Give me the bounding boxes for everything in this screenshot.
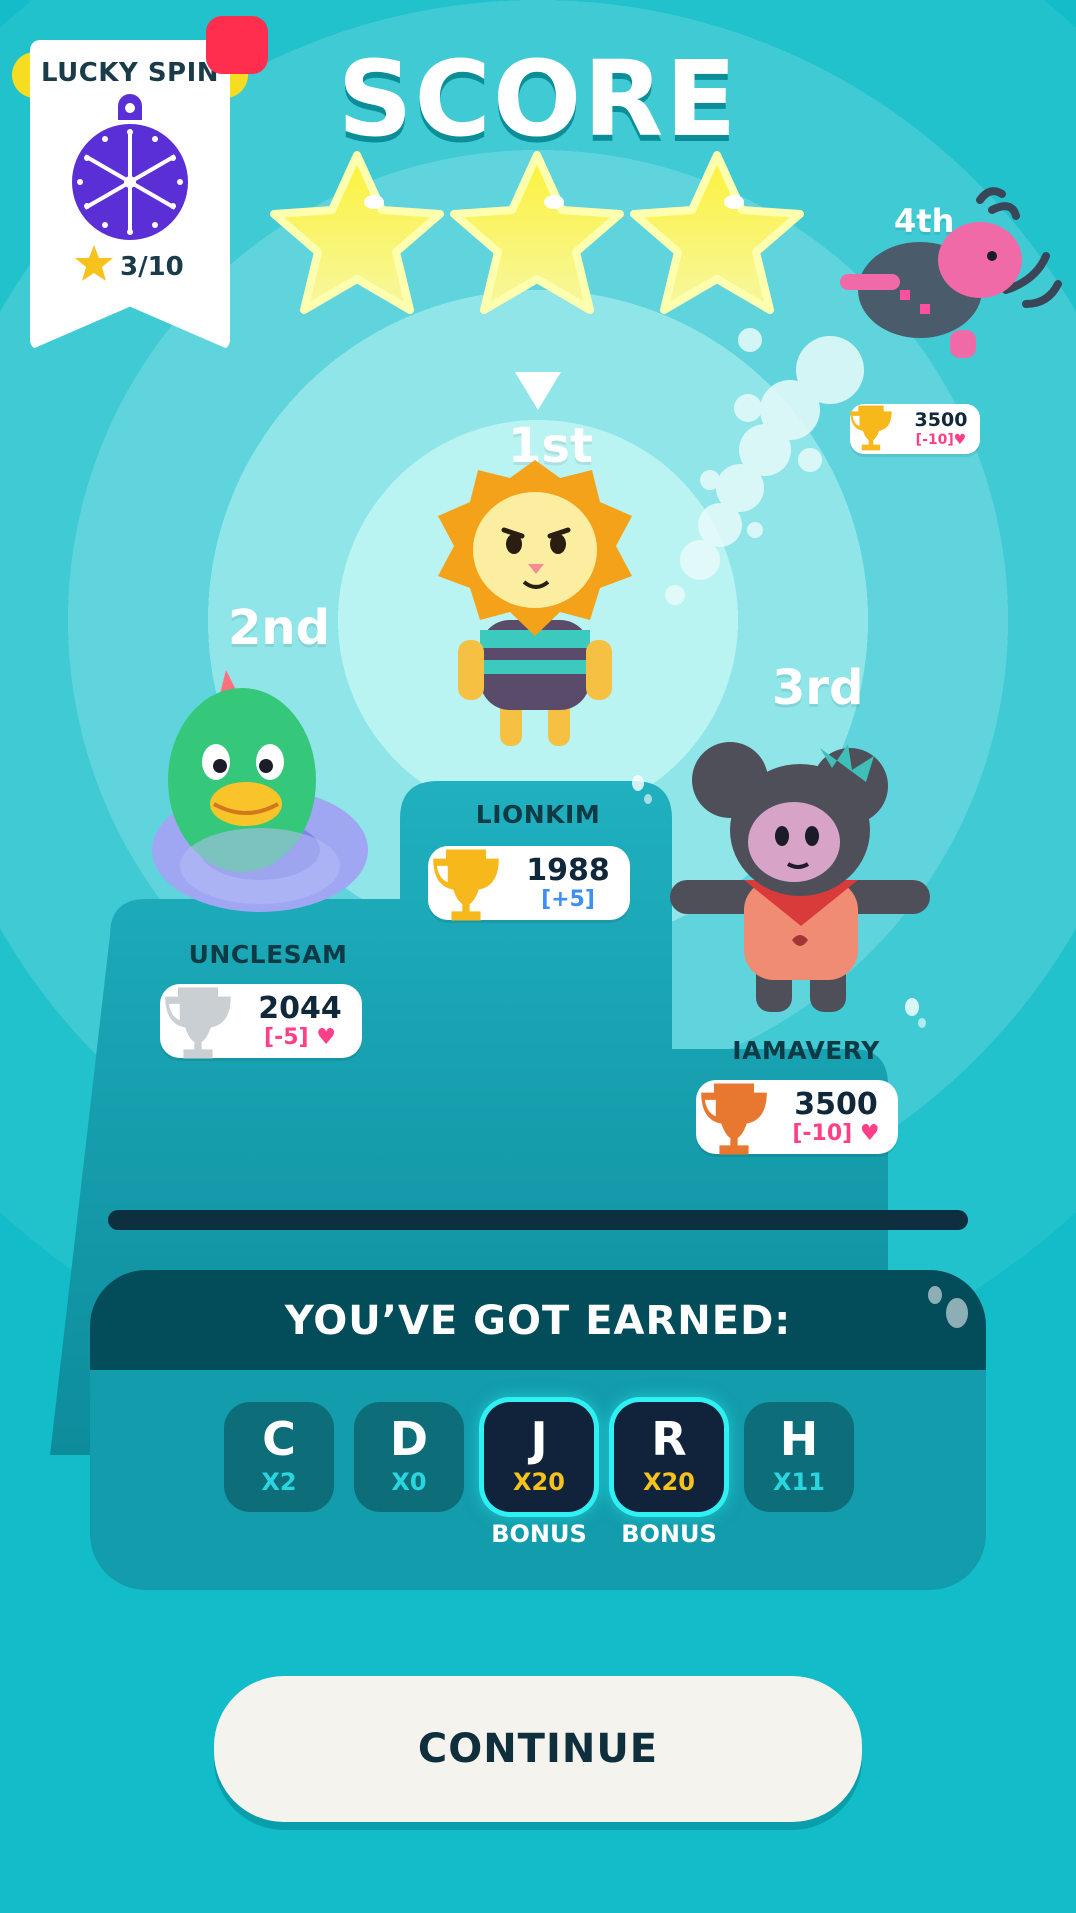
star-icon-3 bbox=[630, 151, 804, 314]
bronze-trophy-icon bbox=[696, 1078, 772, 1164]
lucky-spin-progress-text: 3/10 bbox=[120, 251, 184, 282]
reward-multiplier: X20 bbox=[643, 1468, 695, 1496]
player-name-first: LIONKIM bbox=[475, 800, 601, 829]
reward-letter: R bbox=[651, 1412, 687, 1466]
gold-trophy-icon bbox=[848, 402, 894, 458]
bonus-label-j: BONUS bbox=[491, 1520, 587, 1548]
fourth-score: 3500 bbox=[914, 409, 968, 431]
reward-letter: H bbox=[779, 1412, 819, 1466]
reward-tile-c[interactable]: C X2 bbox=[224, 1402, 334, 1512]
place-label-2nd: 2nd bbox=[228, 600, 330, 656]
silver-trophy-icon bbox=[160, 982, 236, 1068]
score-pill-4th: 3500 [-10]♥ bbox=[850, 404, 980, 454]
reward-tile-r[interactable]: R X20 bbox=[614, 1402, 724, 1512]
reward-letter: J bbox=[530, 1412, 548, 1466]
reward-tile-d[interactable]: D X0 bbox=[354, 1402, 464, 1512]
second-score: 2044 bbox=[258, 991, 342, 1026]
first-place-marker bbox=[515, 372, 561, 410]
third-delta: [-10] ♥ bbox=[792, 1121, 880, 1146]
continue-button[interactable]: CONTINUE bbox=[214, 1676, 862, 1822]
fourth-delta: [-10]♥ bbox=[915, 432, 967, 448]
star-icon bbox=[74, 244, 114, 289]
gold-trophy-icon bbox=[428, 844, 504, 930]
reward-multiplier: X11 bbox=[773, 1468, 825, 1496]
star-rating bbox=[270, 150, 812, 320]
reward-multiplier: X0 bbox=[391, 1468, 427, 1496]
bird-character bbox=[150, 670, 370, 920]
star-icon-1 bbox=[270, 151, 444, 314]
reward-letter: C bbox=[262, 1412, 296, 1466]
bonus-label-r: BONUS bbox=[621, 1520, 717, 1548]
score-pill-first: 1988 [+5] bbox=[428, 846, 630, 921]
earned-title: YOU’VE GOT EARNED: bbox=[284, 1298, 792, 1344]
reward-tile-j[interactable]: J X20 bbox=[484, 1402, 594, 1512]
third-score: 3500 bbox=[794, 1087, 878, 1122]
score-pill-third: 3500 [-10] ♥ bbox=[696, 1080, 898, 1155]
reward-multiplier: X2 bbox=[261, 1468, 297, 1496]
player-name-third: IAMAVERY bbox=[732, 1036, 880, 1065]
lion-character bbox=[410, 460, 660, 760]
bear-character bbox=[670, 740, 930, 1020]
player-name-second: UNCLESAM bbox=[188, 940, 348, 969]
lucky-spin-progress: 3/10 bbox=[74, 244, 184, 289]
first-delta: [+5] bbox=[541, 887, 595, 912]
podium-base bbox=[108, 1210, 968, 1230]
star-icon-2 bbox=[450, 151, 624, 314]
reward-tile-h[interactable]: H X11 bbox=[744, 1402, 854, 1512]
bubble-decoration bbox=[928, 1286, 942, 1304]
reward-letter: D bbox=[389, 1412, 429, 1466]
bubble-decoration bbox=[946, 1298, 968, 1328]
score-title: SCORE bbox=[337, 38, 739, 160]
place-label-3rd: 3rd bbox=[772, 660, 864, 716]
cloud-trail bbox=[640, 328, 900, 620]
second-delta: [-5] ♥ bbox=[264, 1025, 336, 1050]
reward-multiplier: X20 bbox=[513, 1468, 565, 1496]
score-pill-second: 2044 [-5] ♥ bbox=[160, 984, 362, 1059]
first-score: 1988 bbox=[526, 853, 610, 888]
